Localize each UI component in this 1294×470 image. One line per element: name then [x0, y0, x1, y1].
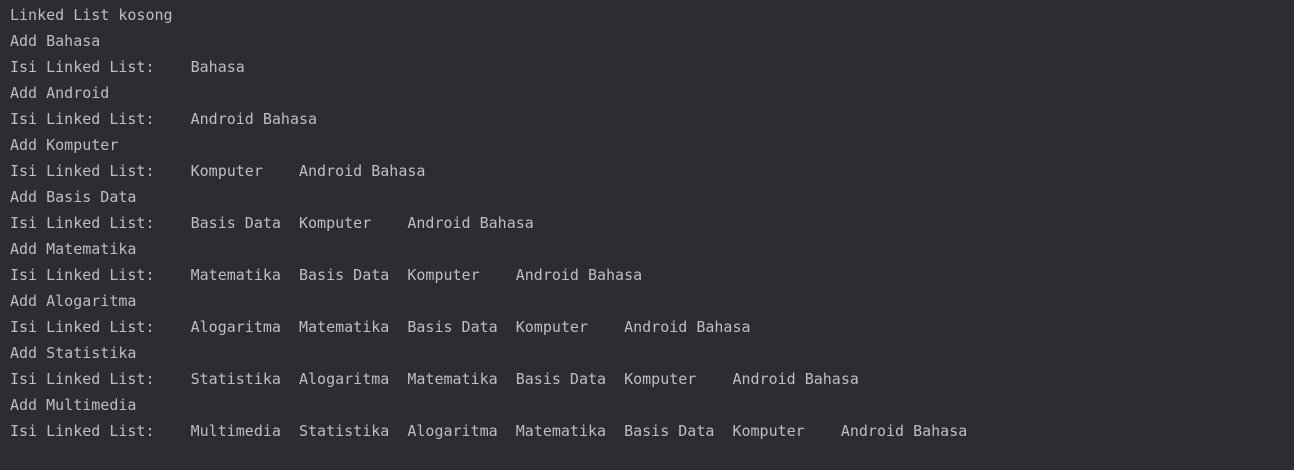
console-line: Add Android: [10, 84, 110, 102]
console-line: Add Statistika: [10, 344, 137, 362]
console-line: Isi Linked List: Alogaritma Matematika B…: [10, 318, 751, 336]
console-line: Linked List kosong: [10, 6, 173, 24]
console-line: Isi Linked List: Komputer Android Bahasa: [10, 162, 426, 180]
console-line: Add Komputer: [10, 136, 119, 154]
console-line: Add Bahasa: [10, 32, 101, 50]
console-line: Isi Linked List: Multimedia Statistika A…: [10, 422, 968, 440]
console-output: Linked List kosong Add Bahasa Isi Linked…: [10, 2, 1294, 470]
console-line: Isi Linked List: Statistika Alogaritma M…: [10, 370, 859, 388]
console-line: Isi Linked List: Bahasa: [10, 58, 245, 76]
console-line: Add Multimedia: [10, 396, 137, 414]
console-line: Add Basis Data: [10, 188, 137, 206]
console-line: Isi Linked List: Matematika Basis Data K…: [10, 266, 643, 284]
console-line: Add Alogaritma: [10, 292, 137, 310]
console-line: Isi Linked List: Basis Data Komputer And…: [10, 214, 534, 232]
console-line: Add Matematika: [10, 240, 137, 258]
console-line: Isi Linked List: Android Bahasa: [10, 110, 318, 128]
